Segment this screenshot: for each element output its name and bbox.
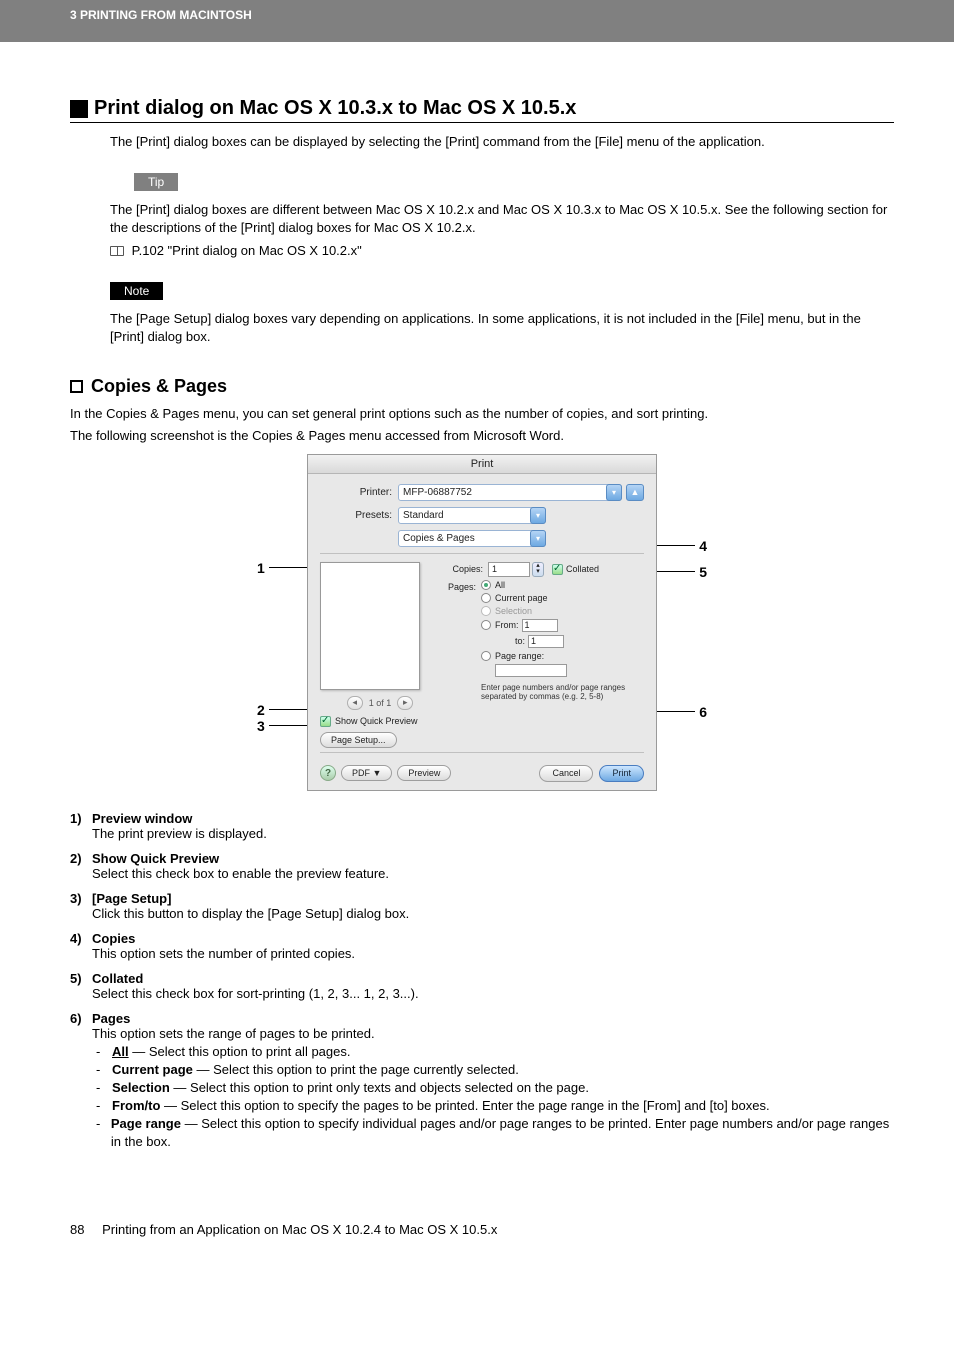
from-input[interactable]: 1: [522, 619, 558, 632]
callout-line: [657, 711, 695, 712]
pages-from-radio[interactable]: [481, 620, 491, 630]
copies-input[interactable]: 1: [488, 562, 530, 577]
printer-select[interactable]: MFP-06887752 ▾: [398, 484, 622, 501]
preview-button[interactable]: Preview: [397, 765, 451, 781]
item-number: 2): [70, 851, 92, 881]
subsection-title: Copies & Pages: [91, 376, 227, 397]
note-badge: Note: [110, 282, 163, 300]
preview-window: [320, 562, 420, 690]
intro-paragraph: The [Print] dialog boxes can be displaye…: [110, 133, 894, 151]
divider: [320, 752, 644, 753]
item-number: 6): [70, 1011, 92, 1152]
pdf-button[interactable]: PDF ▼: [341, 765, 392, 781]
square-bullet-icon: [70, 100, 88, 118]
chapter-header: 3 PRINTING FROM MACINTOSH: [0, 0, 954, 42]
item-desc: Click this button to display the [Page S…: [92, 906, 894, 921]
section-heading: Print dialog on Mac OS X 10.3.x to Mac O…: [70, 97, 894, 123]
item-title: Preview window: [92, 811, 894, 826]
item-number: 5): [70, 971, 92, 1001]
item-title: [Page Setup]: [92, 891, 894, 906]
item-title: Collated: [92, 971, 894, 986]
printer-label: Printer:: [320, 487, 398, 498]
subsection-intro-2: The following screenshot is the Copies &…: [70, 427, 894, 445]
callout-3: 3: [257, 718, 265, 734]
callout-5: 5: [699, 564, 707, 580]
tip-reference: P.102 "Print dialog on Mac OS X 10.2.x": [110, 242, 894, 260]
pages-all-radio[interactable]: [481, 580, 491, 590]
item-desc: Select this check box for sort-printing …: [92, 986, 894, 1001]
tip-ref-text: P.102 "Print dialog on Mac OS X 10.2.x": [132, 243, 362, 258]
sub-lead: Page range: [111, 1116, 181, 1131]
pages-range-radio[interactable]: [481, 651, 491, 661]
chevron-down-icon: ▾: [606, 484, 622, 501]
callout-2: 2: [257, 702, 265, 718]
callout-line: [657, 545, 695, 546]
sub-lead: From/to: [112, 1098, 160, 1113]
show-quick-preview-label: Show Quick Preview: [335, 716, 418, 726]
book-icon: [110, 246, 124, 256]
divider: [320, 553, 644, 554]
item-number: 1): [70, 811, 92, 841]
copies-label: Copies:: [448, 562, 488, 574]
footer-title: Printing from an Application on Mac OS X…: [102, 1222, 497, 1237]
callout-6: 6: [699, 704, 707, 720]
subsection-intro-1: In the Copies & Pages menu, you can set …: [70, 405, 894, 423]
chapter-title: 3 PRINTING FROM MACINTOSH: [70, 8, 252, 22]
pages-selection-radio: [481, 606, 491, 616]
print-button[interactable]: Print: [599, 765, 644, 782]
pages-current-radio[interactable]: [481, 593, 491, 603]
cancel-button[interactable]: Cancel: [539, 765, 593, 782]
callout-4: 4: [699, 538, 707, 554]
help-button[interactable]: ?: [320, 765, 336, 781]
prev-page-button[interactable]: ◂: [347, 696, 363, 710]
item-number: 4): [70, 931, 92, 961]
page-range-hint: Enter page numbers and/or page ranges se…: [481, 683, 644, 702]
copies-stepper[interactable]: ▴▾: [532, 562, 544, 577]
page-footer: 88 Printing from an Application on Mac O…: [0, 1182, 954, 1257]
panel-select[interactable]: Copies & Pages ▾: [398, 530, 546, 547]
item-title: Show Quick Preview: [92, 851, 894, 866]
tip-badge: Tip: [134, 173, 178, 191]
subsection-heading: Copies & Pages: [70, 376, 894, 397]
pages-label: Pages:: [448, 580, 481, 592]
show-quick-preview-checkbox[interactable]: [320, 716, 331, 727]
callout-line: [269, 567, 307, 568]
hollow-square-icon: [70, 380, 83, 393]
item-desc: The print preview is displayed.: [92, 826, 894, 841]
item-number: 3): [70, 891, 92, 921]
collated-label: Collated: [566, 564, 599, 574]
page-number: 88: [70, 1222, 84, 1237]
callout-1: 1: [257, 560, 265, 576]
printer-info-button[interactable]: ▲: [626, 484, 644, 501]
preview-nav: ◂ 1 of 1 ▸: [320, 696, 440, 710]
section-title: Print dialog on Mac OS X 10.3.x to Mac O…: [94, 97, 576, 120]
next-page-button[interactable]: ▸: [397, 696, 413, 710]
sub-lead: Selection: [112, 1080, 170, 1095]
item-desc: Select this check box to enable the prev…: [92, 866, 894, 881]
item-desc: This option sets the range of pages to b…: [92, 1026, 894, 1041]
dialog-title: Print: [308, 455, 656, 474]
note-text: The [Page Setup] dialog boxes vary depen…: [110, 310, 894, 346]
screenshot-figure: 1 2 3 4 5 6 Print Printer: MFP-06887752 …: [265, 454, 699, 791]
print-dialog: Print Printer: MFP-06887752 ▾ ▲ Presets:…: [307, 454, 657, 791]
page-range-input[interactable]: [495, 664, 567, 677]
chevron-down-icon: ▾: [530, 530, 546, 547]
to-input[interactable]: 1: [528, 635, 564, 648]
sub-lead: Current page: [112, 1062, 193, 1077]
presets-select[interactable]: Standard ▾: [398, 507, 546, 524]
item-title: Copies: [92, 931, 894, 946]
callout-line: [657, 571, 695, 572]
item-title: Pages: [92, 1011, 894, 1026]
page-setup-button[interactable]: Page Setup...: [320, 732, 397, 748]
sub-lead: All: [112, 1044, 129, 1059]
tip-text: The [Print] dialog boxes are different b…: [110, 201, 894, 237]
page-indicator: 1 of 1: [369, 698, 392, 708]
presets-label: Presets:: [320, 510, 398, 521]
callout-line: [269, 709, 307, 710]
item-desc: This option sets the number of printed c…: [92, 946, 894, 961]
callout-line: [269, 725, 307, 726]
collated-checkbox[interactable]: [552, 564, 563, 575]
chevron-down-icon: ▾: [530, 507, 546, 524]
